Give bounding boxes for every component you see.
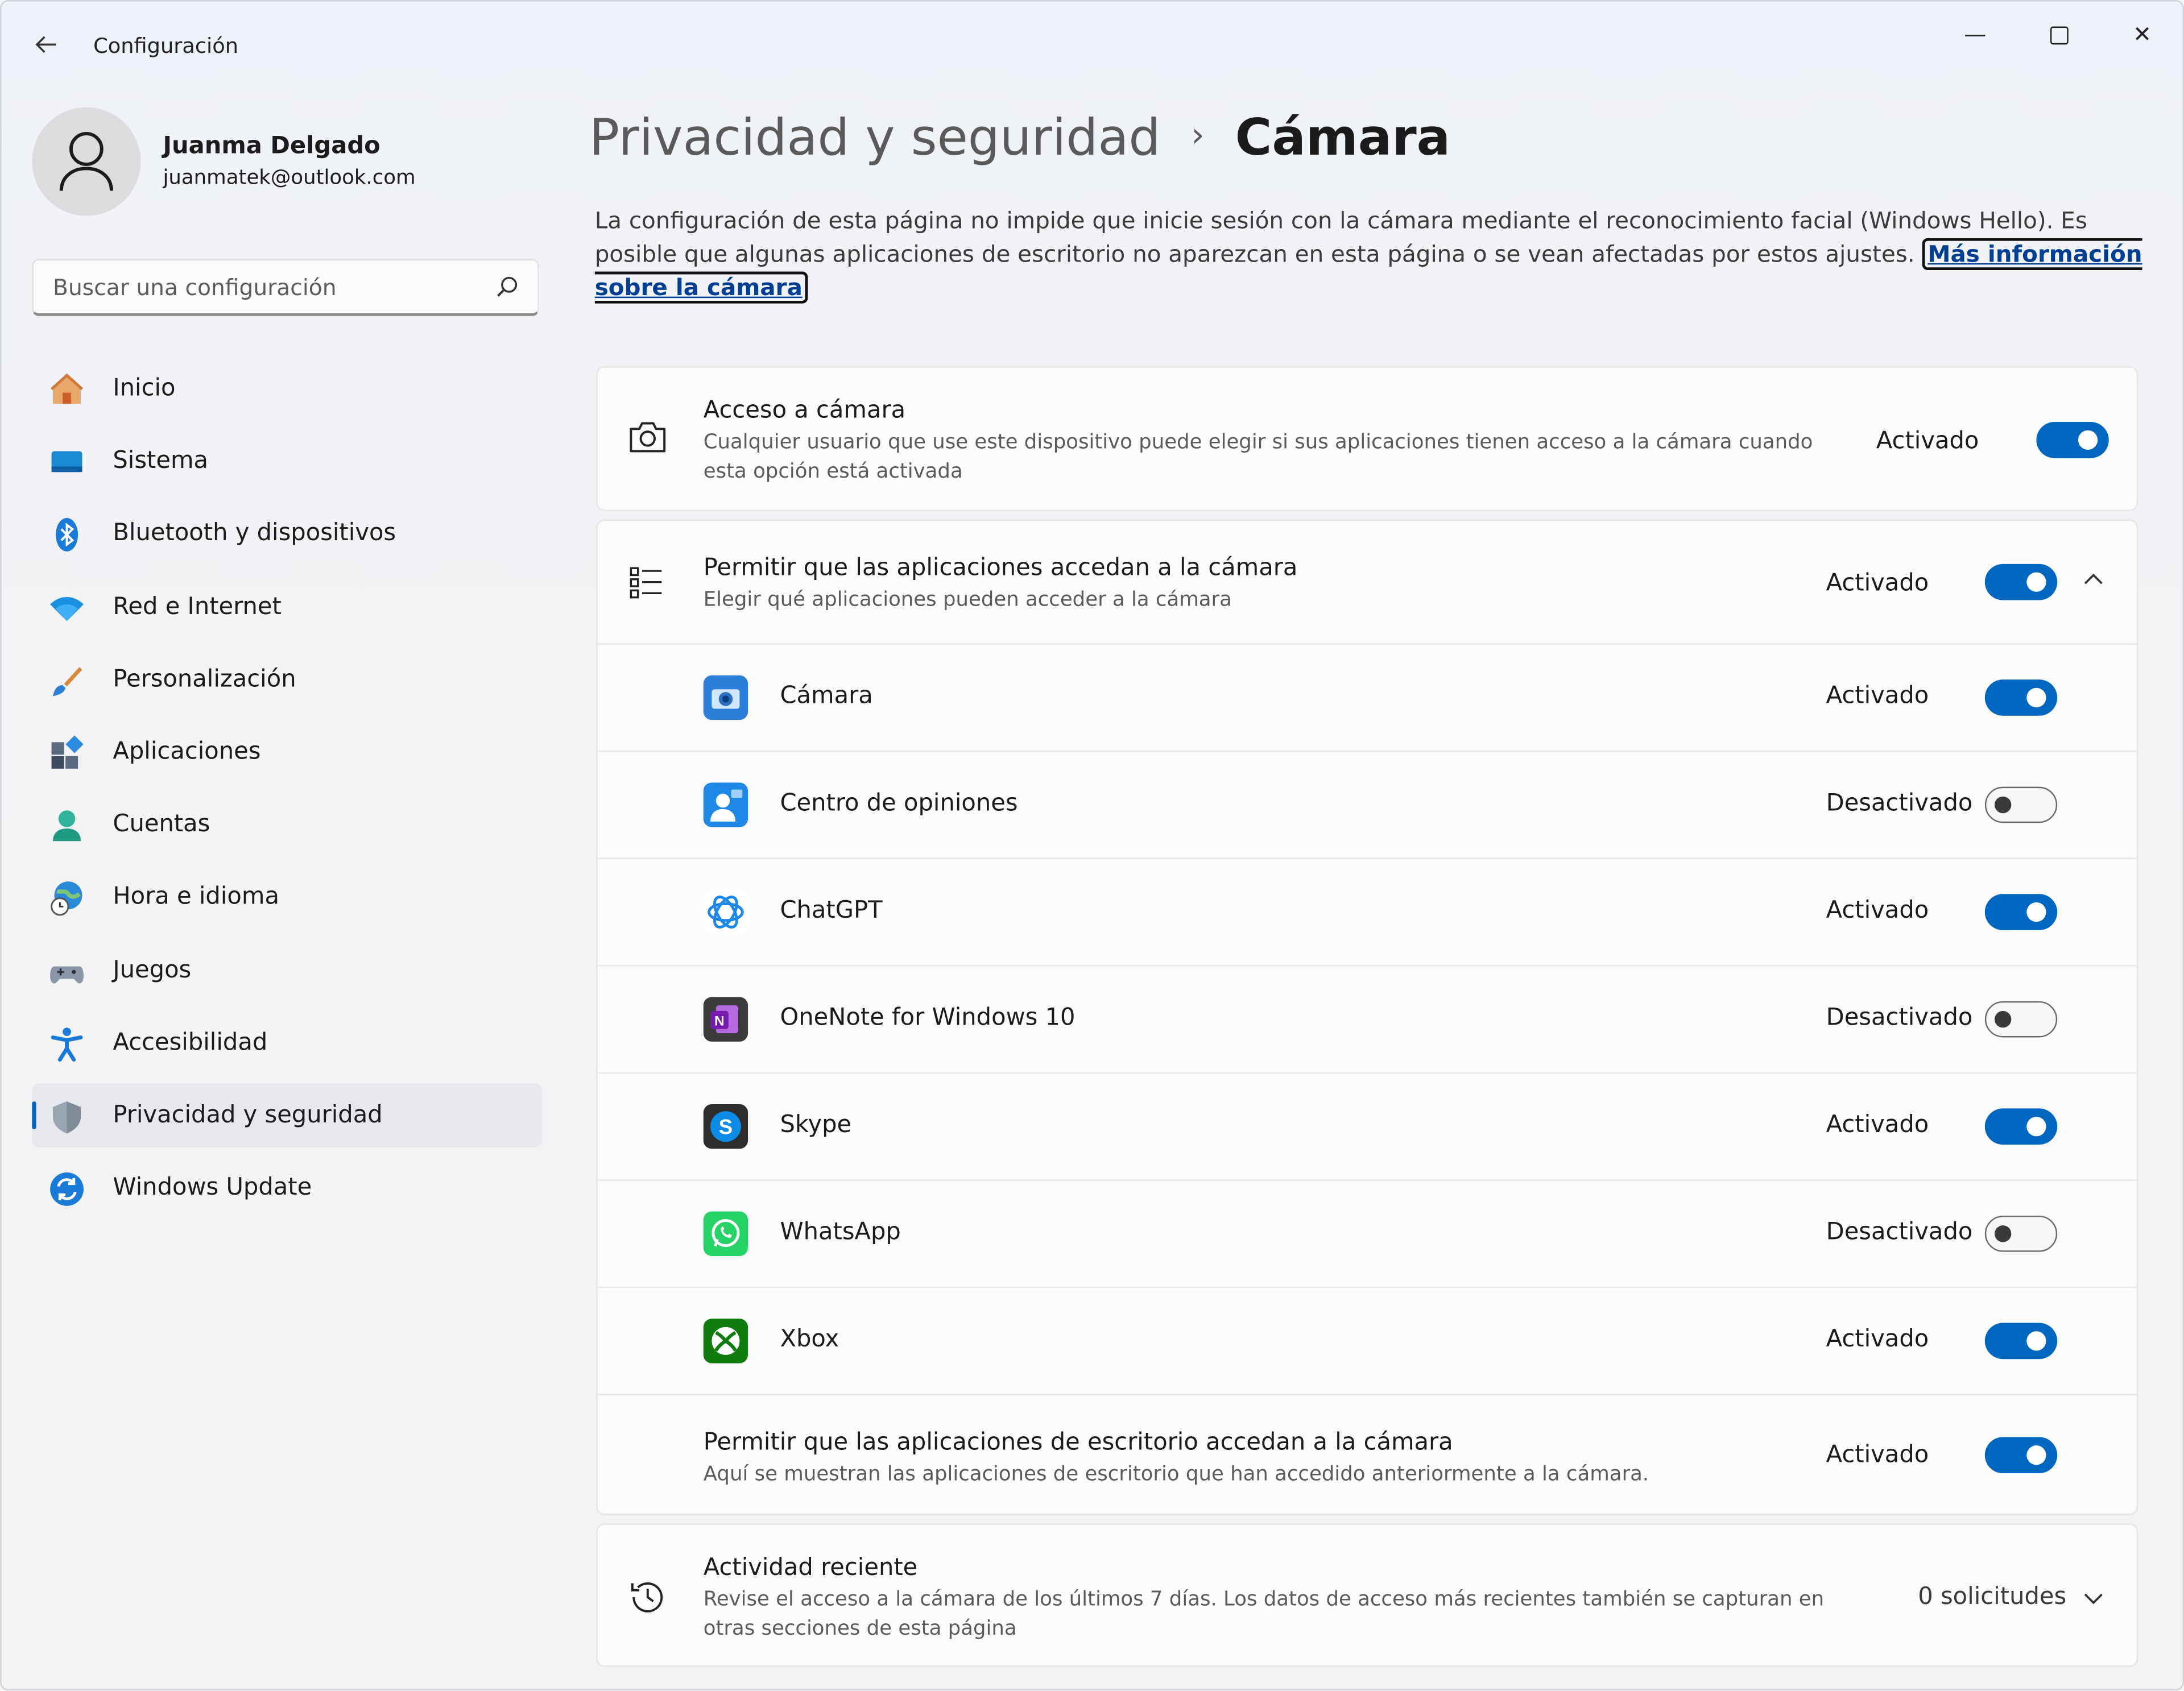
app-row-whatsapp: WhatsApp Desactivado (597, 1179, 2137, 1287)
whatsapp-toggle[interactable] (1984, 1215, 2058, 1252)
recent-activity-count: 0 solicitudes (1918, 1583, 2067, 1611)
camara-toggle[interactable] (1984, 679, 2058, 716)
wifi-icon (50, 596, 84, 621)
app-row-skype: S Skype Activado (597, 1072, 2137, 1180)
page-title: Cámara (1235, 110, 1451, 167)
user-avatar-icon (59, 132, 113, 191)
title-bar: Configuración — ✕ (1, 1, 2182, 90)
gamepad-icon (50, 965, 84, 983)
sidebar-item-bluetooth[interactable]: Bluetooth y dispositivos (32, 502, 541, 566)
apps-access-title: Permitir que las aplicaciones accedan a … (703, 554, 1298, 582)
back-button[interactable] (27, 29, 66, 68)
app-row-xbox: Xbox Activado (597, 1286, 2137, 1394)
search-placeholder: Buscar una configuración (53, 274, 337, 301)
whatsapp-icon (703, 1211, 748, 1256)
camera-access-title: Acceso a cámara (703, 396, 906, 425)
sidebar-item-personalizacion[interactable]: Personalización (32, 647, 541, 711)
recent-activity-card[interactable]: Actividad reciente Revise el acceso a la… (596, 1523, 2138, 1667)
centro-opiniones-toggle[interactable] (1984, 786, 2058, 823)
apps-access-card: Permitir que las aplicaciones accedan a … (596, 519, 2138, 1515)
sidebar-item-cuentas[interactable]: Cuentas (32, 793, 541, 857)
sidebar-item-accesibilidad[interactable]: Accesibilidad (32, 1010, 541, 1075)
svg-text:S: S (719, 1116, 733, 1139)
desktop-apps-title: Permitir que las aplicaciones de escrito… (703, 1428, 1453, 1457)
sidebar-item-inicio[interactable]: Inicio (32, 357, 541, 421)
onenote-icon: N (703, 997, 748, 1042)
sidebar-item-windows-update[interactable]: Windows Update (32, 1156, 541, 1220)
camera-access-toggle[interactable] (2036, 422, 2109, 458)
search-input[interactable]: Buscar una configuración (32, 259, 539, 316)
brush-icon (53, 666, 82, 696)
chatgpt-toggle[interactable] (1984, 894, 2058, 930)
svg-text:N: N (714, 1014, 725, 1029)
desktop-apps-toggle[interactable] (1984, 1437, 2058, 1474)
settings-window: Configuración — ✕ Juanma Delgado juanmat… (0, 0, 2184, 1691)
xbox-toggle[interactable] (1984, 1323, 2058, 1360)
skype-toggle[interactable] (1984, 1108, 2058, 1145)
avatar[interactable] (32, 107, 141, 216)
app-row-chatgpt: ChatGPT Activado (597, 857, 2137, 965)
camera-app-icon (703, 675, 748, 720)
minimize-icon: — (1964, 20, 1987, 48)
search-icon (497, 276, 518, 297)
sidebar-item-sistema[interactable]: Sistema (32, 429, 541, 494)
camera-access-state: Activado (1876, 427, 1979, 455)
sidebar-item-privacidad[interactable]: Privacidad y seguridad (32, 1083, 542, 1147)
user-name: Juanma Delgado (163, 132, 380, 160)
history-icon (631, 1582, 663, 1613)
sidebar-nav: Inicio Sistema Bluetooth y dispositivos … (32, 357, 542, 1229)
breadcrumb-parent[interactable]: Privacidad y seguridad (589, 110, 1160, 167)
list-icon (630, 567, 662, 599)
app-title: Configuración (93, 33, 239, 59)
app-row-centro-opiniones: Centro de opiniones Desactivado (597, 751, 2137, 858)
apps-icon (51, 735, 84, 769)
desktop-apps-row: Permitir que las aplicaciones de escrito… (597, 1394, 2137, 1516)
apps-access-toggle[interactable] (1984, 563, 2058, 600)
globe-clock-icon (51, 881, 82, 917)
monitor-icon (51, 451, 82, 473)
desktop-apps-subtitle: Aquí se muestran las aplicaciones de esc… (703, 1463, 1649, 1486)
camera-access-card: Acceso a cámara Cualquier usuario que us… (596, 366, 2138, 511)
back-arrow-icon (35, 36, 56, 53)
person-icon (53, 810, 81, 842)
bluetooth-icon (55, 518, 78, 552)
desktop-apps-state: Activado (1826, 1441, 1929, 1469)
recent-activity-subtitle: Revise el acceso a la cámara de los últi… (703, 1589, 1825, 1640)
apps-access-subtitle: Elegir qué aplicaciones pueden acceder a… (703, 588, 1232, 612)
sidebar-item-hora[interactable]: Hora e idioma (32, 865, 541, 930)
chatgpt-icon (703, 889, 748, 935)
camera-access-subtitle: Cualquier usuario que use este dispositi… (703, 432, 1813, 483)
sidebar-item-red[interactable]: Red e Internet (32, 574, 541, 639)
xbox-icon (703, 1319, 748, 1363)
maximize-button[interactable] (2026, 15, 2091, 57)
shield-icon (53, 1101, 81, 1134)
close-button[interactable]: ✕ (2110, 15, 2174, 57)
onenote-toggle[interactable] (1984, 1001, 2058, 1038)
feedback-hub-icon (703, 782, 748, 827)
skype-icon: S (703, 1104, 748, 1149)
breadcrumb-separator: › (1191, 115, 1205, 155)
chevron-down-icon[interactable] (2082, 1591, 2104, 1605)
maximize-icon (2049, 26, 2068, 45)
user-email: juanmatek@outlook.com (163, 167, 416, 190)
close-icon: ✕ (2133, 20, 2152, 48)
chevron-up-icon[interactable] (2082, 573, 2104, 586)
minimize-button[interactable]: — (1943, 15, 2007, 57)
sidebar-item-aplicaciones[interactable]: Aplicaciones (32, 720, 541, 784)
update-icon (50, 1172, 84, 1206)
home-icon (50, 373, 84, 404)
sidebar-item-juegos[interactable]: Juegos (32, 938, 541, 1002)
intro-text: La configuración de esta página no impid… (594, 205, 2144, 305)
breadcrumb: Privacidad y seguridad › Cámara (589, 110, 1450, 167)
app-row-camara: Cámara Activado (597, 643, 2137, 751)
recent-activity-title: Actividad reciente (703, 1554, 918, 1582)
camera-icon (630, 422, 666, 453)
accessibility-icon (51, 1027, 83, 1062)
apps-access-state: Activado (1826, 569, 1929, 598)
apps-access-header[interactable]: Permitir que las aplicaciones accedan a … (598, 521, 2137, 644)
app-row-onenote: N OneNote for Windows 10 Desactivado (597, 965, 2137, 1072)
